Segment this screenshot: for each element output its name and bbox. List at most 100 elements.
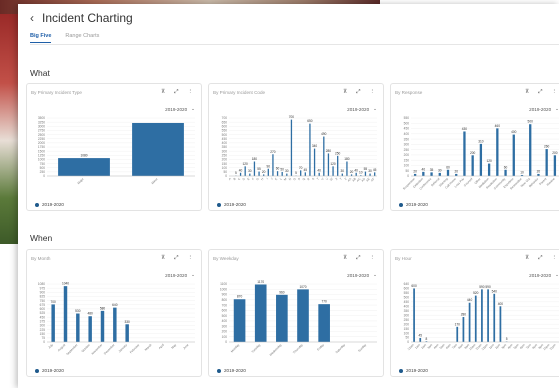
chart-bar[interactable]	[455, 173, 458, 176]
chart-bar[interactable]	[341, 173, 343, 176]
expand-icon[interactable]: ⤢	[174, 255, 178, 262]
chart-bar[interactable]	[446, 169, 450, 176]
chart-bar[interactable]	[309, 123, 311, 176]
more-vert-icon[interactable]: ⋮	[188, 89, 194, 96]
chart-bar[interactable]	[419, 337, 422, 342]
chart-bar[interactable]	[254, 284, 267, 342]
chart-bar[interactable]	[346, 161, 348, 177]
more-vert-icon[interactable]: ⋮	[188, 255, 194, 262]
expand-icon[interactable]: ⤢	[356, 89, 360, 96]
year-select-value: 2019-2020	[347, 106, 370, 112]
chart-bar[interactable]	[281, 171, 283, 176]
chart-bar[interactable]	[276, 171, 279, 176]
chart-bar[interactable]	[462, 317, 465, 342]
pin-icon[interactable]: ⊼	[343, 255, 347, 262]
chart-bar[interactable]	[481, 289, 483, 342]
chart-bar[interactable]	[369, 173, 371, 176]
chart-bar[interactable]	[233, 299, 246, 342]
pin-icon[interactable]: ⊼	[161, 255, 165, 262]
chart-bar[interactable]	[463, 131, 466, 176]
chart-bar[interactable]	[253, 161, 256, 177]
chart-bar[interactable]	[244, 166, 246, 176]
chevron-left-icon[interactable]: ‹	[30, 11, 34, 25]
chart-bar[interactable]	[504, 169, 507, 176]
chart-bar[interactable]	[487, 163, 491, 176]
year-select[interactable]: 2019-2020 ⌄	[347, 106, 377, 112]
chart-bar[interactable]	[313, 148, 316, 176]
chart-bar[interactable]	[413, 288, 415, 342]
chart-bar[interactable]	[239, 172, 242, 176]
pin-icon[interactable]: ⊼	[525, 255, 529, 262]
chart-bar[interactable]	[258, 171, 260, 176]
chart-bar[interactable]	[58, 158, 110, 176]
x-tick-label: A	[228, 177, 232, 181]
chart-bar[interactable]	[512, 134, 515, 176]
year-select[interactable]: 2019-2020 ⌄	[165, 272, 195, 278]
chart-bar[interactable]	[474, 295, 477, 342]
chart-bar[interactable]	[272, 154, 274, 176]
chart-bar[interactable]	[286, 173, 288, 176]
more-vert-icon[interactable]: ⋮	[552, 255, 558, 262]
bar-value-label: 590	[479, 285, 485, 289]
chart-bar[interactable]	[545, 149, 548, 176]
chart-bar[interactable]	[100, 310, 105, 342]
chart-bar[interactable]	[304, 172, 306, 176]
chart-bar[interactable]	[487, 289, 489, 342]
chart-bar[interactable]	[493, 293, 496, 342]
chart-bar[interactable]	[364, 171, 367, 176]
chart-bar[interactable]	[318, 172, 320, 176]
expand-icon[interactable]: ⤢	[538, 89, 542, 96]
chart-bar[interactable]	[413, 173, 417, 176]
pin-icon[interactable]: ⊼	[525, 89, 529, 96]
bar-value-label: 530	[75, 309, 81, 313]
chart-bar[interactable]	[468, 302, 471, 342]
year-select[interactable]: 2019-2020 ⌄	[165, 106, 195, 112]
chart-bar[interactable]	[125, 324, 129, 342]
chart-bar[interactable]	[76, 313, 80, 342]
chart-bar[interactable]	[267, 168, 269, 176]
chart-bar[interactable]	[300, 170, 302, 176]
chart-bar[interactable]	[332, 166, 334, 176]
chart-bar[interactable]	[132, 122, 184, 176]
chart-bar[interactable]	[276, 294, 288, 342]
chart-bar[interactable]	[327, 153, 330, 176]
chart-bar[interactable]	[113, 307, 117, 342]
chart-bar[interactable]	[529, 124, 532, 176]
chart-bar[interactable]	[496, 128, 499, 176]
chart-bar[interactable]	[249, 173, 251, 176]
chart-bar[interactable]	[471, 155, 474, 176]
chart-bar[interactable]	[63, 286, 68, 342]
pin-icon[interactable]: ⊼	[161, 89, 165, 96]
chart-bar[interactable]	[88, 316, 92, 342]
more-vert-icon[interactable]: ⋮	[370, 89, 376, 96]
tab-range-charts[interactable]: Range Charts	[65, 33, 99, 43]
chart-bar[interactable]	[318, 304, 330, 342]
chart-bar[interactable]	[297, 289, 309, 342]
more-vert-icon[interactable]: ⋮	[370, 255, 376, 262]
chart-bar[interactable]	[422, 171, 425, 176]
pin-icon[interactable]: ⊼	[343, 89, 347, 96]
chart-bar[interactable]	[374, 172, 376, 176]
chart-bar[interactable]	[355, 172, 357, 176]
chart-bar[interactable]	[51, 304, 55, 342]
tab-big-five[interactable]: Big Five	[30, 33, 52, 43]
more-vert-icon[interactable]: ⋮	[552, 89, 558, 96]
chart-bar[interactable]	[337, 155, 339, 176]
expand-icon[interactable]: ⤢	[174, 89, 178, 96]
chart-bar[interactable]	[323, 136, 325, 176]
chart-bar[interactable]	[456, 326, 459, 342]
expand-icon[interactable]: ⤢	[538, 255, 542, 262]
expand-icon[interactable]: ⤢	[356, 255, 360, 262]
year-select[interactable]: 2019-2020 ⌄	[529, 272, 559, 278]
y-tick-label: 150	[404, 158, 410, 162]
chart-bar[interactable]	[499, 306, 502, 342]
year-select[interactable]: 2019-2020 ⌄	[529, 106, 559, 112]
chart-bar[interactable]	[430, 172, 433, 176]
legend-label: 2019-2020	[224, 368, 246, 373]
chart-bar[interactable]	[479, 143, 483, 176]
chart-bar[interactable]	[438, 172, 441, 176]
chart-bar[interactable]	[537, 173, 540, 176]
chart-bar[interactable]	[553, 155, 557, 176]
year-select[interactable]: 2019-2020 ⌄	[347, 272, 377, 278]
chart-bar[interactable]	[290, 119, 293, 176]
